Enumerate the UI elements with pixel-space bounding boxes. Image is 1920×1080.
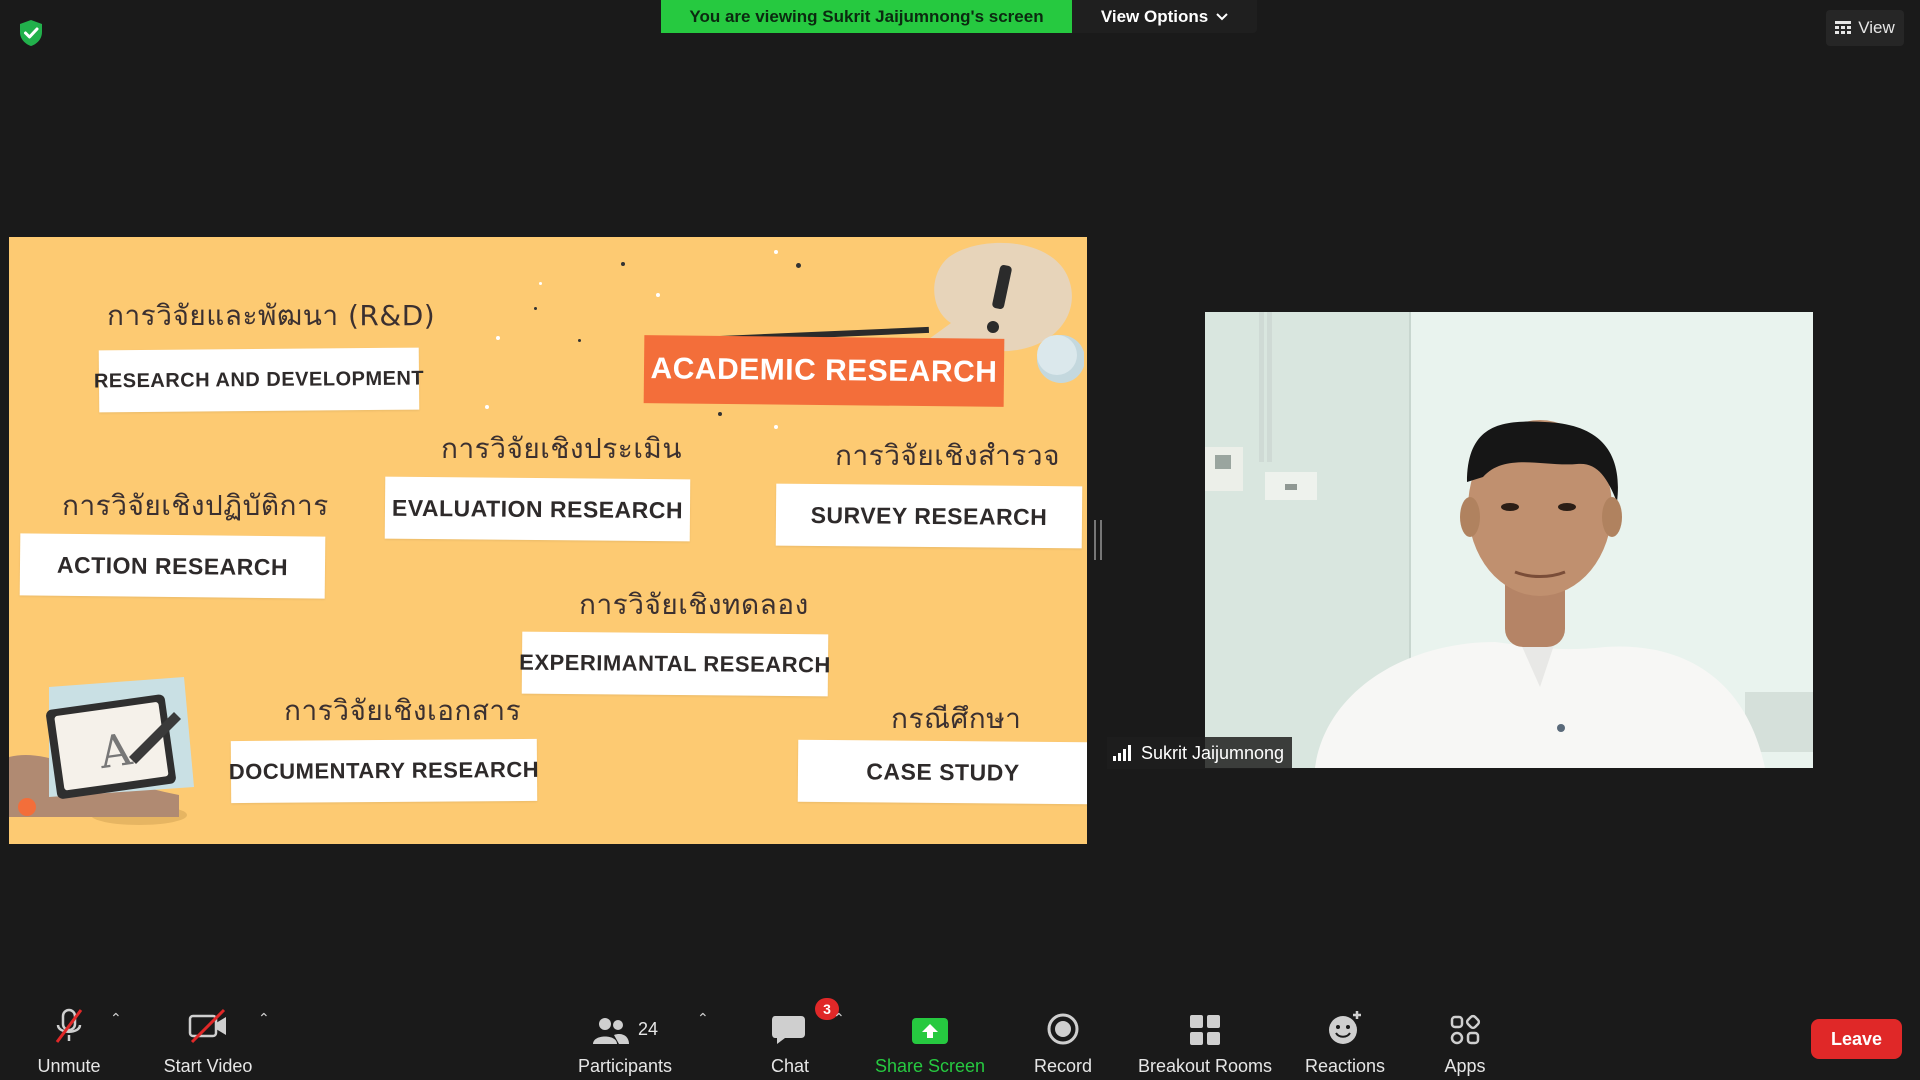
- chat-label: Chat: [770, 1056, 810, 1076]
- thai-label-documentary: การวิจัยเชิงเอกสาร: [284, 694, 522, 727]
- unmute-label: Unmute: [37, 1056, 101, 1076]
- decorative-dot: [578, 339, 581, 342]
- chat-options-chevron-up-icon[interactable]: ⌃: [833, 1010, 845, 1027]
- thai-label-survey: การวิจัยเชิงสำรวจ: [835, 439, 1060, 472]
- view-button[interactable]: View: [1826, 10, 1904, 46]
- thai-label-experimental: การวิจัยเชิงทดลอง: [579, 588, 809, 621]
- signal-strength-icon: [1113, 745, 1131, 761]
- start-video-label: Start Video: [163, 1056, 253, 1076]
- share-screen-icon: [912, 1018, 948, 1044]
- share-screen-button[interactable]: Share Screen: [870, 988, 990, 1080]
- card-action-research: ACTION RESEARCH: [19, 533, 326, 599]
- leave-meeting-button[interactable]: Leave: [1811, 1019, 1902, 1059]
- participant-video-tile[interactable]: [1205, 312, 1813, 768]
- grid-view-icon: [1835, 21, 1852, 34]
- card-experimantal-research: EXPERIMANTAL RESEARCH: [519, 631, 831, 697]
- thai-label-evaluation: การวิจัยเชิงประเมิน: [441, 432, 683, 465]
- decorative-dot: [796, 263, 801, 268]
- breakout-rooms-button[interactable]: Breakout Rooms: [1130, 988, 1280, 1080]
- unmute-button[interactable]: Unmute: [25, 988, 113, 1080]
- view-options-button[interactable]: View Options: [1072, 0, 1257, 33]
- reactions-button[interactable]: Reactions: [1300, 988, 1390, 1080]
- apps-label: Apps: [1444, 1056, 1486, 1076]
- decorative-dot: [539, 282, 542, 285]
- whiteboard-illustration: A: [9, 677, 194, 825]
- decorative-dot: [718, 412, 722, 416]
- apps-icon: [1450, 1014, 1481, 1045]
- chat-button[interactable]: 3 Chat: [750, 988, 839, 1080]
- reactions-label: Reactions: [1304, 1056, 1386, 1076]
- record-label: Record: [1033, 1056, 1093, 1076]
- record-button[interactable]: Record: [1023, 988, 1103, 1080]
- decorative-dot: [656, 293, 660, 297]
- start-video-button[interactable]: Start Video: [150, 988, 266, 1080]
- participants-count: 24: [637, 1019, 659, 1039]
- security-shield-icon[interactable]: [14, 16, 48, 50]
- participants-options-chevron-up-icon[interactable]: ⌃: [697, 1010, 709, 1027]
- video-options-chevron-up-icon[interactable]: ⌃: [258, 1010, 270, 1027]
- breakout-rooms-icon: [1190, 1015, 1220, 1045]
- participants-button[interactable]: 24 Participants: [570, 988, 680, 1080]
- card-documentary-research: DOCUMENTARY RESEARCH: [229, 738, 539, 804]
- breakout-rooms-label: Breakout Rooms: [1137, 1056, 1273, 1076]
- participant-name: Sukrit Jaijumnong: [1141, 742, 1285, 763]
- thai-label-case-study: กรณีศึกษา: [891, 702, 1022, 735]
- reactions-emoji-icon: [1329, 1011, 1361, 1044]
- view-label: View: [1858, 18, 1895, 37]
- thai-label-rd: การวิจัยและพัฒนา (R&D): [107, 299, 436, 332]
- decorative-dot: [774, 425, 778, 429]
- viewing-screen-text: You are viewing Sukrit Jaijumnong's scre…: [689, 6, 1044, 26]
- decorative-dot: [485, 405, 489, 409]
- share-screen-label: Share Screen: [874, 1056, 986, 1076]
- view-options-label: View Options: [1100, 6, 1209, 26]
- apps-button[interactable]: Apps: [1420, 988, 1510, 1080]
- microphone-muted-icon: [55, 1008, 83, 1043]
- meeting-toolbar: Unmute ⌃ Start Video ⌃ 24 Participants ⌃: [0, 988, 1920, 1080]
- decorative-dot: [774, 250, 778, 254]
- participants-icon: [592, 1018, 629, 1044]
- chevron-down-icon: [1216, 12, 1228, 20]
- participant-video-feed: [1205, 312, 1813, 768]
- card-research-and-development: RESEARCH AND DEVELOPMENT: [94, 347, 424, 413]
- decorative-dot: [496, 336, 500, 340]
- viewing-screen-banner: You are viewing Sukrit Jaijumnong's scre…: [661, 0, 1072, 33]
- participants-label: Participants: [577, 1056, 673, 1076]
- audio-options-chevron-up-icon[interactable]: ⌃: [110, 1010, 122, 1027]
- decorative-dot: [534, 307, 537, 310]
- academic-research-label: ACADEMIC RESEARCH: [643, 335, 1005, 407]
- shared-screen-slide: ACADEMIC RESEARCH การวิจัยและพัฒนา (R&D)…: [9, 237, 1087, 844]
- decorative-dot: [621, 262, 625, 266]
- thai-label-action: การวิจัยเชิงปฏิบัติการ: [62, 489, 329, 522]
- chat-bubble-icon: [772, 1016, 805, 1044]
- participant-name-tag: Sukrit Jaijumnong: [1107, 737, 1293, 769]
- leave-label: Leave: [1830, 1028, 1883, 1049]
- record-icon: [1047, 1013, 1079, 1045]
- card-case-study: CASE STUDY: [797, 739, 1087, 805]
- card-evaluation-research: EVALUATION RESEARCH: [384, 476, 691, 542]
- card-survey-research: SURVEY RESEARCH: [775, 483, 1083, 549]
- split-view-divider-handle[interactable]: [1094, 520, 1102, 560]
- video-camera-off-icon: [188, 1008, 226, 1044]
